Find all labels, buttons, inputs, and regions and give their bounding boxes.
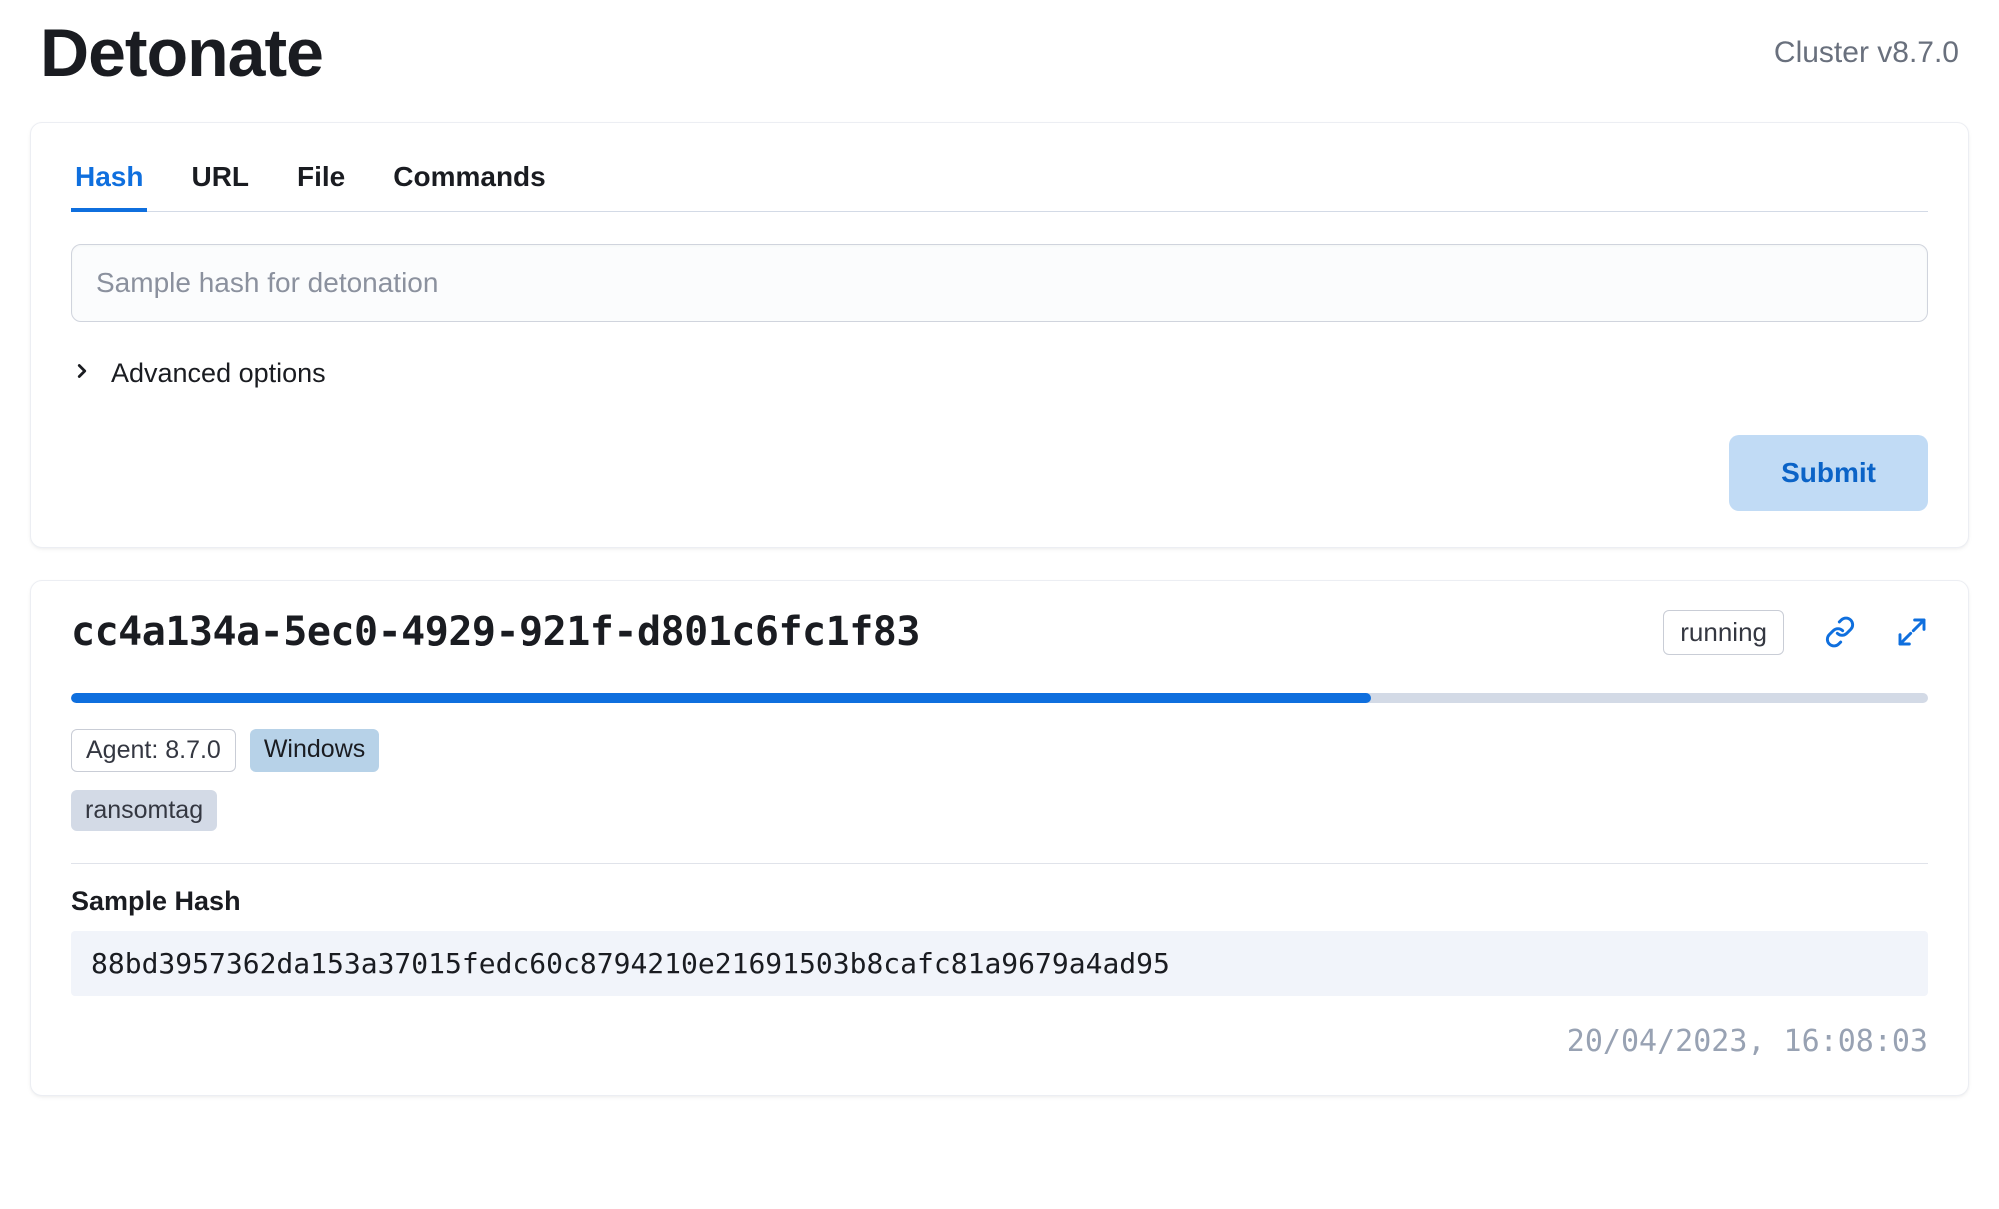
page-header: Detonate Cluster v8.7.0 [30,14,1969,92]
task-card: cc4a134a-5ec0-4929-921f-d801c6fc1f83 run… [30,580,1969,1096]
tab-url[interactable]: URL [187,151,253,211]
advanced-options-label: Advanced options [111,358,326,389]
progress-bar-fill [71,693,1371,703]
status-badge: running [1663,610,1784,655]
task-badges-row-1: Agent: 8.7.0 Windows [71,729,1928,772]
sample-hash-input[interactable] [71,244,1928,322]
submission-tabs: Hash URL File Commands [71,151,1928,212]
tab-commands[interactable]: Commands [389,151,549,211]
sample-hash-value: 88bd3957362da153a37015fedc60c8794210e216… [71,931,1928,996]
submission-card: Hash URL File Commands Advanced options … [30,122,1969,548]
advanced-options-toggle[interactable]: Advanced options [71,358,1928,389]
chevron-right-icon [71,360,93,387]
sample-hash-label: Sample Hash [71,886,1928,917]
tag-badge: ransomtag [71,790,217,831]
page-title: Detonate [40,14,323,92]
link-icon[interactable] [1824,616,1856,648]
task-id: cc4a134a-5ec0-4929-921f-d801c6fc1f83 [71,609,920,655]
agent-badge: Agent: 8.7.0 [71,729,236,772]
tab-file[interactable]: File [293,151,349,211]
progress-bar [71,693,1928,703]
task-badges-row-2: ransomtag [71,790,1928,831]
expand-icon[interactable] [1896,616,1928,648]
submit-button[interactable]: Submit [1729,435,1928,511]
task-timestamp: 20/04/2023, 16:08:03 [71,1024,1928,1059]
section-divider [71,863,1928,864]
cluster-version-label: Cluster v8.7.0 [1774,36,1959,70]
os-badge: Windows [250,729,379,772]
tab-hash[interactable]: Hash [71,151,147,211]
